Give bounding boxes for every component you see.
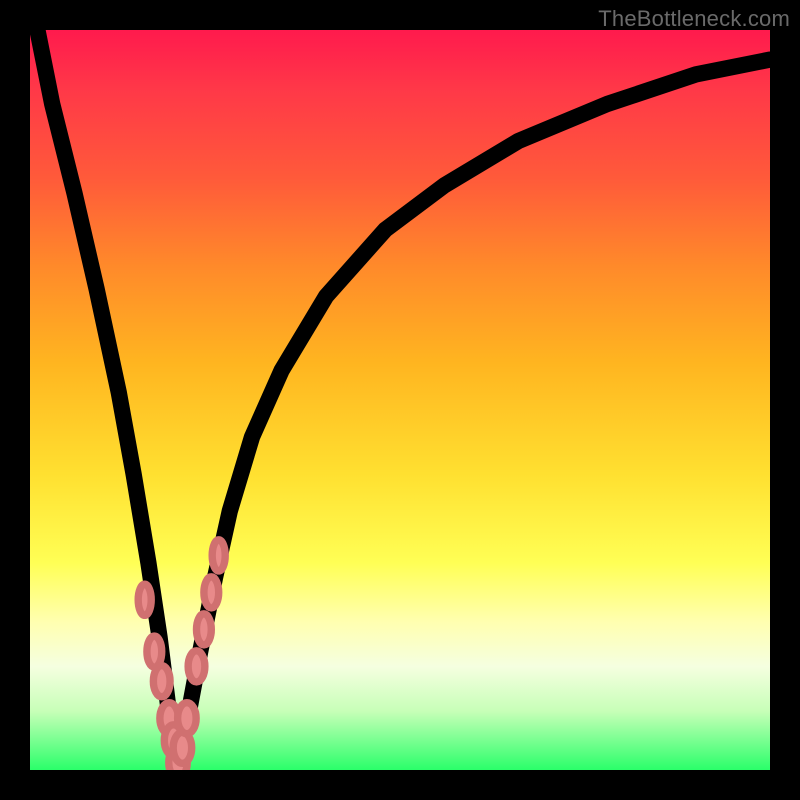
plot-area xyxy=(30,30,770,770)
outer-frame: TheBottleneck.com xyxy=(0,0,800,800)
curve-marker xyxy=(204,577,219,608)
curve-marker xyxy=(197,614,212,645)
watermark-text: TheBottleneck.com xyxy=(598,6,790,32)
curve-marker xyxy=(188,651,205,682)
chart-svg xyxy=(30,30,770,770)
curve-marker xyxy=(178,703,197,734)
curve-marker xyxy=(138,584,151,615)
curve-marker xyxy=(153,666,170,697)
curve-marker xyxy=(212,540,225,571)
